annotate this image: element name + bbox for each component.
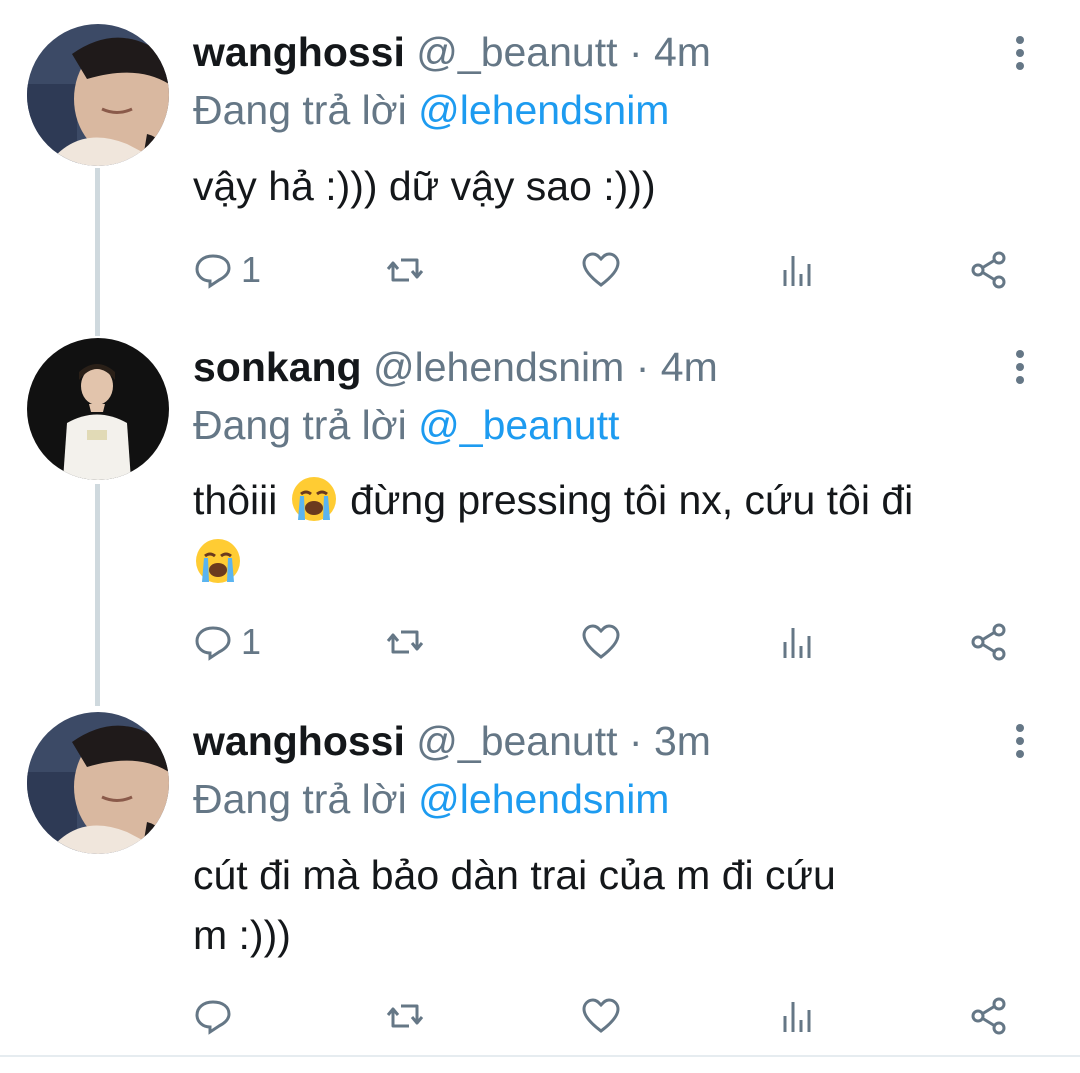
action-bar (193, 992, 1023, 1040)
display-name[interactable]: wanghossi (193, 718, 405, 764)
retweet-button[interactable] (385, 992, 425, 1040)
divider (0, 1055, 1080, 1057)
tweet-text: cút đi mà bảo dàn trai của m đi cứu m :)… (193, 845, 1053, 965)
separator-dot: · (628, 718, 643, 764)
share-button[interactable] (969, 992, 1009, 1040)
share-icon (971, 997, 1006, 1035)
analytics-button[interactable] (777, 992, 817, 1040)
replying-to: Đang trả lời @lehendsnim (193, 773, 669, 825)
timestamp[interactable]: 3m (654, 718, 711, 764)
tweet-text-line: cút đi mà bảo dàn trai của m đi cứu (193, 852, 836, 898)
wanghossi-avatar-image (27, 712, 169, 854)
more-options-icon[interactable] (1010, 724, 1030, 764)
tweet-header: wanghossi @_beanutt · 3m (193, 715, 711, 767)
tweet-thread: wanghossi @_beanutt · 4m Đang trả lời @l… (0, 0, 1080, 1073)
tweet[interactable]: wanghossi @_beanutt · 3m Đang trả lời @l… (0, 0, 1080, 1050)
analytics-icon (783, 1002, 811, 1032)
like-button[interactable] (581, 992, 621, 1040)
like-icon (582, 998, 620, 1033)
reply-mention-link[interactable]: @lehendsnim (418, 776, 669, 822)
reply-prefix: Đang trả lời (193, 776, 407, 822)
retweet-icon (386, 1004, 424, 1028)
avatar[interactable] (27, 712, 169, 854)
tweet-text-line: m :))) (193, 912, 291, 958)
user-handle[interactable]: @_beanutt (416, 718, 617, 764)
reply-button[interactable] (193, 992, 241, 1040)
reply-icon (195, 1000, 231, 1035)
